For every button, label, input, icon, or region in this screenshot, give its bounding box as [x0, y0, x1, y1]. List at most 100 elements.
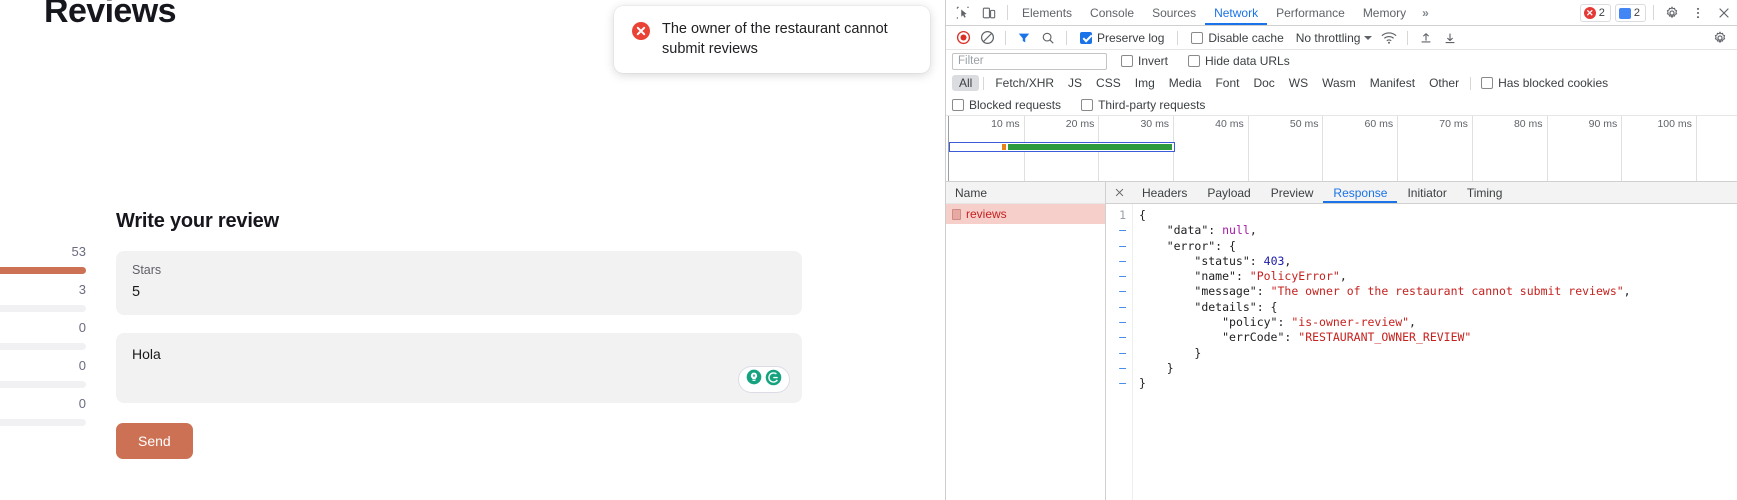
send-button[interactable]: Send [116, 423, 193, 459]
type-filter-media[interactable]: Media [1162, 75, 1209, 91]
invert-option[interactable]: Invert [1115, 54, 1174, 68]
line-number: 1 [1106, 208, 1126, 223]
request-options-row: Blocked requests Third-party requests [946, 94, 1737, 116]
stars-field[interactable]: Stars 5 [116, 251, 802, 315]
hide-data-urls-checkbox[interactable] [1188, 55, 1200, 67]
export-har-icon[interactable] [1439, 27, 1461, 49]
tab-memory[interactable]: Memory [1354, 0, 1415, 25]
network-settings-gear-icon[interactable] [1709, 27, 1731, 49]
filter-icon[interactable] [1013, 27, 1035, 49]
type-filter-all[interactable]: All [952, 75, 979, 91]
tab-console[interactable]: Console [1081, 0, 1143, 25]
tab-network[interactable]: Network [1205, 0, 1267, 25]
overview-bar-download [1008, 144, 1172, 150]
grammarly-widget[interactable] [738, 366, 790, 393]
overview-tick [1322, 116, 1323, 181]
overview-request-bar [949, 142, 1175, 152]
review-textarea[interactable]: Hola [116, 333, 802, 403]
third-party-requests-checkbox[interactable] [1081, 99, 1093, 111]
error-count-badge[interactable]: ✕ 2 [1580, 4, 1611, 22]
type-filter-css[interactable]: CSS [1089, 75, 1128, 91]
preserve-log-option[interactable]: Preserve log [1074, 31, 1170, 45]
lightbulb-icon[interactable] [746, 369, 762, 390]
request-list: Name reviews [946, 182, 1106, 500]
detail-tab-timing[interactable]: Timing [1457, 182, 1513, 203]
third-party-requests-option[interactable]: Third-party requests [1081, 98, 1211, 112]
rating-track [0, 381, 86, 388]
overview-tick-label: 30 ms [1140, 118, 1173, 130]
type-filter-font[interactable]: Font [1208, 75, 1246, 91]
type-filter-wasm[interactable]: Wasm [1315, 75, 1363, 91]
devtools-tab-list: ElementsConsoleSourcesNetworkPerformance… [1013, 0, 1415, 25]
blocked-requests-option[interactable]: Blocked requests [952, 98, 1067, 112]
type-filter-js[interactable]: JS [1061, 75, 1089, 91]
toolbar-divider-2 [1066, 31, 1067, 45]
line-number: – [1106, 239, 1126, 254]
chip-divider [1470, 77, 1471, 90]
overview-tick-label: 20 ms [1066, 118, 1099, 130]
tab-performance[interactable]: Performance [1267, 0, 1354, 25]
preserve-log-label: Preserve log [1097, 31, 1164, 45]
detail-tab-list: HeadersPayloadPreviewResponseInitiatorTi… [1132, 182, 1512, 203]
has-blocked-cookies-option[interactable]: Has blocked cookies [1475, 76, 1614, 90]
overview-tick-label: 10 ms [991, 118, 1024, 130]
type-filter-fetch-xhr[interactable]: Fetch/XHR [988, 75, 1061, 91]
record-icon[interactable] [952, 27, 974, 49]
detail-tab-response[interactable]: Response [1323, 182, 1397, 203]
tab-elements[interactable]: Elements [1013, 0, 1081, 25]
overview-tick [1472, 116, 1473, 181]
invert-checkbox[interactable] [1121, 55, 1133, 67]
line-number: – [1106, 223, 1126, 238]
error-toast[interactable]: The owner of the restaurant cannot submi… [614, 6, 930, 73]
stars-label: Stars [132, 262, 786, 278]
close-icon[interactable] [1711, 0, 1737, 25]
detail-tab-preview[interactable]: Preview [1261, 182, 1324, 203]
detail-tab-initiator[interactable]: Initiator [1397, 182, 1456, 203]
detail-tab-headers[interactable]: Headers [1132, 182, 1197, 203]
web-page: Reviews 533000 Write your review Stars 5… [0, 0, 945, 500]
rating-count: 3 [79, 282, 86, 297]
grammarly-logo-icon[interactable] [765, 369, 782, 391]
clear-icon[interactable] [976, 27, 998, 49]
has-blocked-cookies-checkbox[interactable] [1481, 77, 1493, 89]
throttling-select[interactable]: No throttling [1292, 31, 1377, 45]
device-toolbar-icon[interactable] [976, 0, 1002, 25]
network-overview-timeline[interactable]: 10 ms20 ms30 ms40 ms50 ms60 ms70 ms80 ms… [946, 116, 1737, 182]
resource-type-filters: All Fetch/XHRJSCSSImgMediaFontDocWSWasmMa… [946, 72, 1737, 94]
hide-data-urls-option[interactable]: Hide data URLs [1182, 54, 1296, 68]
disable-cache-label: Disable cache [1208, 31, 1283, 45]
type-filter-ws[interactable]: WS [1282, 75, 1315, 91]
overview-tick [1547, 116, 1548, 181]
request-detail-tabs: HeadersPayloadPreviewResponseInitiatorTi… [1106, 182, 1737, 204]
table-row[interactable]: reviews [946, 204, 1105, 224]
response-body-viewer[interactable]: 1––––––––––– { "data": null, "error": { … [1106, 204, 1737, 500]
close-detail-icon[interactable] [1106, 182, 1132, 203]
type-filter-img[interactable]: Img [1128, 75, 1162, 91]
wifi-icon[interactable] [1378, 27, 1400, 49]
request-name-header[interactable]: Name [946, 182, 1105, 204]
preserve-log-checkbox[interactable] [1080, 32, 1092, 44]
type-filter-other[interactable]: Other [1422, 75, 1466, 91]
type-filter-doc[interactable]: Doc [1246, 75, 1281, 91]
detail-tab-payload[interactable]: Payload [1197, 182, 1260, 203]
type-filter-manifest[interactable]: Manifest [1363, 75, 1422, 91]
disable-cache-option[interactable]: Disable cache [1185, 31, 1289, 45]
disable-cache-checkbox[interactable] [1191, 32, 1203, 44]
rating-track [0, 267, 86, 274]
toolbar-divider-3 [1177, 31, 1178, 45]
gear-icon[interactable] [1659, 0, 1685, 25]
blocked-requests-checkbox[interactable] [952, 99, 964, 111]
overview-tick-label: 70 ms [1439, 118, 1472, 130]
inspect-element-icon[interactable] [950, 0, 976, 25]
kebab-menu-icon[interactable] [1685, 0, 1711, 25]
overview-tick-label: 90 ms [1589, 118, 1622, 130]
tab-sources[interactable]: Sources [1143, 0, 1205, 25]
third-party-requests-label: Third-party requests [1098, 98, 1205, 112]
search-icon[interactable] [1037, 27, 1059, 49]
more-tabs-button[interactable]: » [1415, 0, 1435, 25]
import-har-icon[interactable] [1415, 27, 1437, 49]
overview-tick-label: 60 ms [1365, 118, 1398, 130]
filter-input[interactable]: Filter [952, 53, 1107, 70]
invert-label: Invert [1138, 54, 1168, 68]
message-count-badge[interactable]: 2 [1615, 4, 1646, 22]
